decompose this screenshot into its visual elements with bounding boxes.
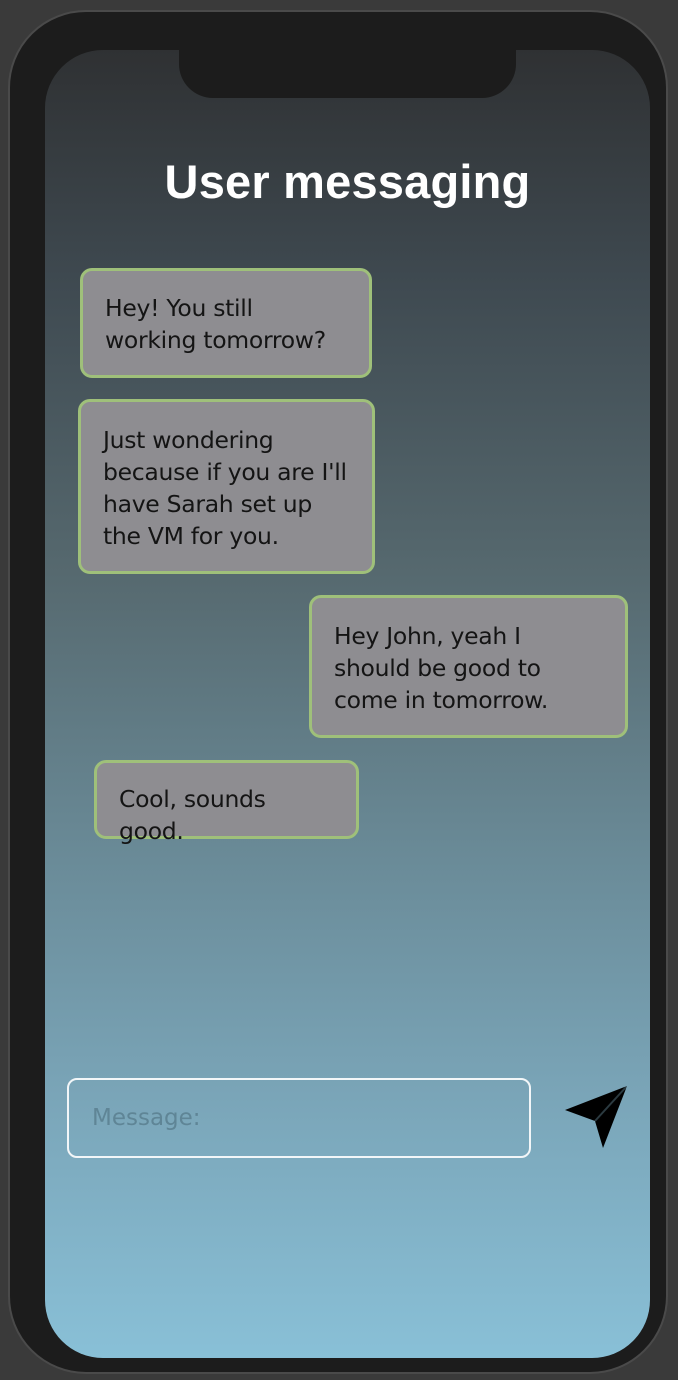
- paper-plane-icon: [565, 1085, 628, 1148]
- device-notch: [179, 50, 516, 98]
- message-bubble-received: Cool, sounds good.: [94, 760, 359, 845]
- message-bubble-received: Hey! You still working tomorrow?: [80, 268, 372, 378]
- message-input[interactable]: [67, 1078, 531, 1158]
- device-frame: User messaging Hey! You still working to…: [8, 10, 668, 1374]
- message-bubble-sent: Hey John, yeah I should be good to come …: [309, 595, 628, 738]
- app-screen: User messaging Hey! You still working to…: [45, 50, 650, 1358]
- message-bubble-received: Just wondering because if you are I'll h…: [78, 399, 375, 574]
- send-button[interactable]: [561, 1084, 631, 1150]
- page-title: User messaging: [164, 155, 531, 208]
